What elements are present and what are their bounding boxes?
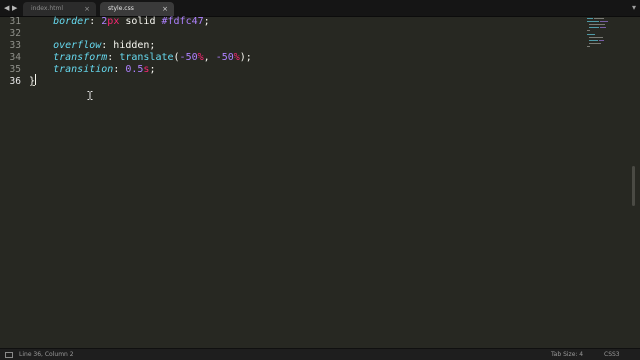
code-token: -50 bbox=[215, 52, 234, 63]
code-token: solid bbox=[119, 16, 162, 27]
tab-bar: ◀ ▶ index.html × style.css × ▾ bbox=[0, 0, 640, 17]
editor-window: ◀ ▶ index.html × style.css × ▾ 31 32 33 … bbox=[0, 0, 640, 360]
scrollbar-thumb[interactable] bbox=[632, 166, 635, 206]
code-token: transform bbox=[53, 52, 108, 63]
line-number: 33 bbox=[9, 40, 21, 51]
code-token: : bbox=[89, 16, 102, 27]
code-token: #fdfc47 bbox=[161, 16, 204, 27]
tab-label: index.html bbox=[31, 5, 63, 12]
tab-style-css[interactable]: style.css × bbox=[100, 2, 174, 16]
code-token: border bbox=[53, 16, 90, 27]
tab-size-selector[interactable]: Tab Size: 4 bbox=[551, 349, 583, 360]
status-bar: Line 36, Column 2 Tab Size: 4 CSS3 bbox=[0, 348, 640, 360]
code-token: : hidden; bbox=[101, 40, 156, 51]
code-token: ; bbox=[203, 16, 210, 27]
text-caret bbox=[35, 74, 36, 85]
code-line: border: 2px solid #fdfc47; bbox=[29, 16, 210, 28]
code-token: : bbox=[113, 64, 126, 75]
code-token: -50 bbox=[179, 52, 198, 63]
line-number: 35 bbox=[9, 64, 21, 75]
tab-menu-chevron-down-icon[interactable]: ▾ bbox=[632, 3, 636, 13]
close-icon[interactable]: × bbox=[84, 2, 90, 16]
code-token: ; bbox=[149, 64, 156, 75]
line-number: 31 bbox=[9, 16, 21, 27]
code-token: , bbox=[203, 52, 216, 63]
code-line: overflow: hidden; bbox=[29, 40, 155, 52]
text-cursor-icon bbox=[87, 91, 93, 100]
tab-back-arrow-icon[interactable]: ◀ bbox=[4, 3, 9, 13]
tab-forward-arrow-icon[interactable]: ▶ bbox=[12, 3, 17, 13]
code-token: : bbox=[107, 52, 120, 63]
code-editor[interactable]: border: 2px solid #fdfc47; overflow: hid… bbox=[29, 16, 579, 348]
cursor-position: Line 36, Column 2 bbox=[19, 351, 74, 358]
tab-index-html[interactable]: index.html × bbox=[23, 2, 96, 16]
code-line: transition: 0.5s; bbox=[29, 64, 155, 76]
line-number-gutter: 31 32 33 34 35 36 bbox=[0, 16, 24, 348]
code-token: transition bbox=[53, 64, 114, 75]
code-token: 0.5 bbox=[125, 64, 144, 75]
line-number: 34 bbox=[9, 52, 21, 63]
code-token: overflow bbox=[53, 40, 102, 51]
code-token: translate bbox=[119, 52, 174, 63]
minimap[interactable] bbox=[585, 16, 630, 348]
line-number-current: 36 bbox=[9, 76, 21, 87]
code-token: px bbox=[107, 16, 120, 27]
code-line: transform: translate(-50%, -50%); bbox=[29, 52, 252, 64]
panel-toggle-icon[interactable] bbox=[5, 352, 13, 358]
close-icon[interactable]: × bbox=[162, 2, 168, 16]
syntax-selector[interactable]: CSS3 bbox=[604, 349, 620, 360]
tab-label: style.css bbox=[108, 5, 134, 12]
vertical-scrollbar[interactable] bbox=[631, 16, 637, 348]
code-token: ); bbox=[239, 52, 252, 63]
line-number: 32 bbox=[9, 28, 21, 39]
